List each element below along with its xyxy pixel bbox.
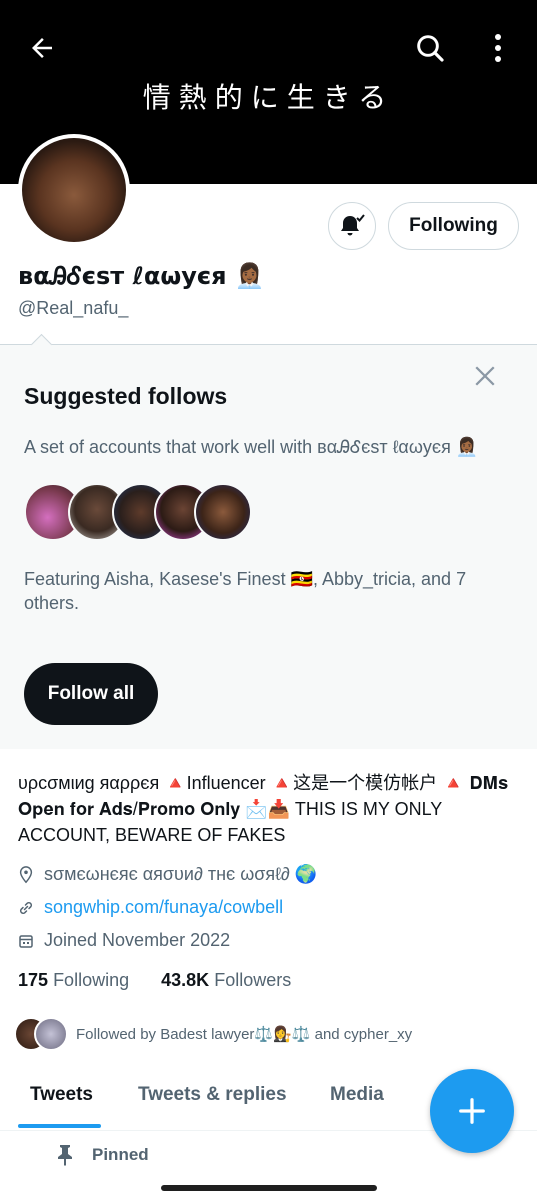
- followers-count-link[interactable]: 43.8K Followers: [161, 970, 291, 990]
- joined-row: Joined November 2022: [18, 930, 230, 951]
- location-row: ѕσмєωнєяє αяσυи∂ тнє ωσяℓ∂ 🌍: [18, 864, 317, 885]
- back-button[interactable]: [24, 30, 60, 66]
- bell-check-icon: [341, 214, 365, 236]
- notifications-button[interactable]: [328, 202, 376, 250]
- suggested-avatar[interactable]: [194, 483, 252, 541]
- featuring-text: Featuring Aisha, Kasese's Finest 🇺🇬, Abb…: [24, 569, 467, 613]
- tab-tweets-replies[interactable]: Tweets & replies: [138, 1084, 287, 1106]
- suggested-follows-panel: Suggested follows A set of accounts that…: [0, 333, 537, 749]
- plus-icon: [459, 1098, 485, 1124]
- suggested-follows-description: A set of accounts that work well with ʙα…: [24, 437, 479, 457]
- arrow-left-icon: [32, 38, 52, 58]
- search-icon: [417, 35, 444, 62]
- avatar-photo: [22, 138, 126, 242]
- tab-media[interactable]: Media: [330, 1084, 384, 1106]
- following-count-link[interactable]: 175 Following: [18, 970, 129, 990]
- following-count: 175: [18, 970, 49, 990]
- display-name: ʙαᎯᎴєѕт ℓαωуєя 👩🏾‍💼: [18, 262, 265, 290]
- follow-all-button[interactable]: Follow all: [24, 663, 158, 725]
- active-tab-indicator: [18, 1124, 101, 1128]
- followed-by-row[interactable]: Followed by Badest lawyer⚖️👩‍⚖️⚖️ and cy…: [14, 1016, 412, 1052]
- location-pin-icon: [19, 865, 33, 883]
- pin-icon: [58, 1145, 72, 1166]
- panel-caret: [30, 333, 53, 356]
- banner-text: 情熱的に生きる: [142, 81, 395, 114]
- followers-label: Followers: [214, 970, 292, 990]
- pinned-label: Pinned: [92, 1145, 149, 1164]
- home-indicator[interactable]: [161, 1185, 377, 1191]
- followed-by-text: Followed by Badest lawyer⚖️👩‍⚖️⚖️ and cy…: [76, 1026, 413, 1043]
- calendar-icon: [19, 934, 33, 948]
- profile-bio: υρcσмιиg яαρρєя 🔺Influencer 🔺这是一个模仿帐户 🔺 …: [18, 773, 509, 845]
- suggested-follows-title: Suggested follows: [24, 383, 228, 409]
- followers-count: 43.8K: [161, 970, 210, 990]
- more-button[interactable]: [482, 28, 514, 68]
- pinned-indicator: Pinned: [56, 1144, 149, 1166]
- location-text: ѕσмєωнєяє αяσυи∂ тнє ωσяℓ∂ 🌍: [44, 864, 318, 884]
- close-suggestions-button[interactable]: [470, 361, 500, 396]
- close-icon: [475, 366, 495, 386]
- follower-avatar: [34, 1017, 68, 1051]
- more-vertical-icon: [495, 34, 501, 62]
- compose-tweet-button[interactable]: [430, 1069, 514, 1153]
- follow-counts: 175 Following 43.8K Followers: [18, 970, 291, 991]
- user-handle: @Real_nafu_: [18, 298, 129, 318]
- profile-link[interactable]: songwhip.com/funaya/cowbell: [44, 897, 283, 918]
- link-icon: [19, 901, 33, 914]
- suggested-avatars: [24, 483, 252, 543]
- tab-tweets[interactable]: Tweets: [30, 1084, 93, 1106]
- following-label: Following: [53, 970, 130, 990]
- profile-avatar[interactable]: [18, 134, 130, 246]
- search-button[interactable]: [410, 28, 450, 68]
- following-button[interactable]: Following: [388, 202, 519, 250]
- joined-date: Joined November 2022: [44, 930, 231, 950]
- link-row: songwhip.com/funaya/cowbell: [18, 897, 283, 918]
